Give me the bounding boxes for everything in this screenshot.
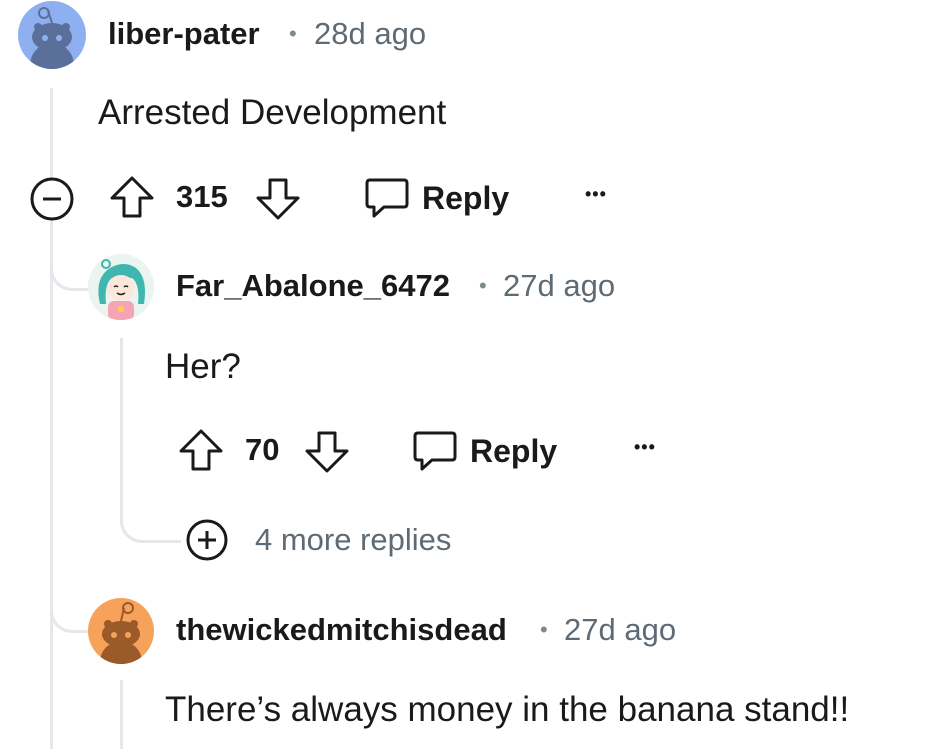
comment-body: Arrested Development	[98, 93, 447, 132]
separator-dot: •	[289, 21, 297, 46]
username[interactable]: liber-pater	[108, 16, 260, 52]
upvote-button[interactable]	[106, 174, 158, 220]
reply-bubble-icon	[365, 178, 409, 218]
minus-circle-icon	[30, 177, 74, 221]
reply-label: Reply	[470, 432, 558, 469]
plus-circle-icon	[186, 519, 228, 561]
more-options-button[interactable]: •••	[585, 184, 607, 205]
separator-dot: •	[479, 273, 487, 298]
username[interactable]: Far_Abalone_6472	[176, 268, 450, 304]
username[interactable]: thewickedmitchisdead	[176, 612, 507, 648]
thread-line-root-lower	[50, 218, 53, 749]
separator-dot: •	[540, 617, 548, 642]
more-replies-link[interactable]: 4 more replies	[255, 522, 451, 558]
comment-body: Her?	[165, 347, 241, 386]
upvote-arrow-icon	[110, 176, 154, 218]
upvote-arrow-icon	[179, 429, 223, 471]
reply-label: Reply	[422, 179, 510, 216]
timestamp: 27d ago	[503, 268, 616, 303]
more-options-button[interactable]: •••	[634, 437, 656, 458]
thread-elbow-reply-2	[50, 590, 93, 633]
thread-elbow-reply-1	[50, 240, 93, 291]
timestamp: 28d ago	[314, 16, 427, 51]
downvote-arrow-icon	[305, 431, 349, 473]
upvote-button[interactable]	[175, 427, 227, 473]
snoo-avatar-icon	[100, 602, 142, 664]
downvote-button[interactable]	[301, 429, 353, 475]
snoo-avatar-icon	[30, 7, 74, 69]
timestamp: 27d ago	[564, 612, 677, 647]
thread-line-reply-1	[120, 338, 123, 513]
reply-button[interactable]: Reply	[412, 429, 557, 473]
character-avatar-icon	[88, 254, 154, 320]
vote-count: 315	[176, 179, 228, 214]
thread-line-root	[50, 88, 53, 180]
collapse-thread-button[interactable]	[29, 176, 75, 222]
expand-replies-button[interactable]	[185, 518, 229, 562]
avatar[interactable]	[88, 254, 154, 320]
avatar[interactable]	[88, 598, 154, 664]
vote-count: 70	[245, 432, 280, 467]
comment-body: There’s always money in the banana stand…	[165, 690, 850, 729]
thread-line-reply-2	[120, 680, 123, 749]
thread-elbow-more-replies	[120, 500, 181, 543]
downvote-arrow-icon	[256, 178, 300, 220]
downvote-button[interactable]	[252, 176, 304, 222]
reply-button[interactable]: Reply	[364, 176, 509, 220]
reply-bubble-icon	[413, 431, 457, 471]
avatar[interactable]	[18, 1, 86, 69]
